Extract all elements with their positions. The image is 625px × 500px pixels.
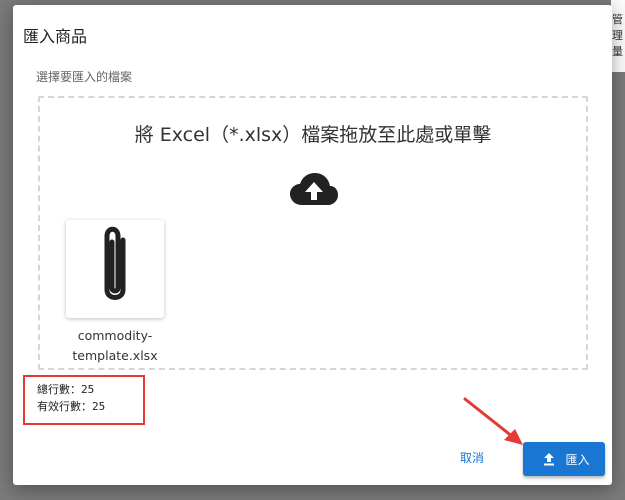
background-page-fragment: 管理 量 (611, 0, 625, 72)
dialog-subtitle: 選擇要匯入的檔案 (36, 70, 133, 84)
valid-rows-text: 有效行數：25 (37, 400, 106, 413)
cloud-upload-icon (290, 173, 338, 205)
paperclip-icon (104, 226, 126, 300)
background-text: 量 (612, 45, 623, 58)
file-preview-card[interactable] (66, 220, 164, 318)
total-rows-text: 總行數：25 (37, 383, 95, 396)
file-name-line: template.xlsx (72, 348, 158, 363)
file-name: commodity- template.xlsx (50, 326, 180, 366)
file-name-line: commodity- (77, 328, 153, 343)
red-arrow-annotation (463, 397, 523, 445)
dropzone-text: 將 Excel（*.xlsx）檔案拖放至此處或單擊 (134, 124, 492, 146)
import-dialog: 匯入商品 選擇要匯入的檔案 將 Excel（*.xlsx）檔案拖放至此處或單擊 … (13, 5, 612, 485)
dialog-title: 匯入商品 (23, 27, 88, 46)
background-text: 管理 (612, 13, 623, 42)
import-button[interactable]: 匯入 (523, 442, 605, 476)
upload-icon (544, 453, 555, 466)
import-button-label: 匯入 (565, 452, 590, 467)
file-dropzone[interactable]: 將 Excel（*.xlsx）檔案拖放至此處或單擊 commodity- tem… (38, 96, 588, 370)
cancel-button[interactable]: 取消 (460, 449, 484, 466)
import-stats-box: 總行數：25 有效行數：25 (23, 375, 145, 425)
